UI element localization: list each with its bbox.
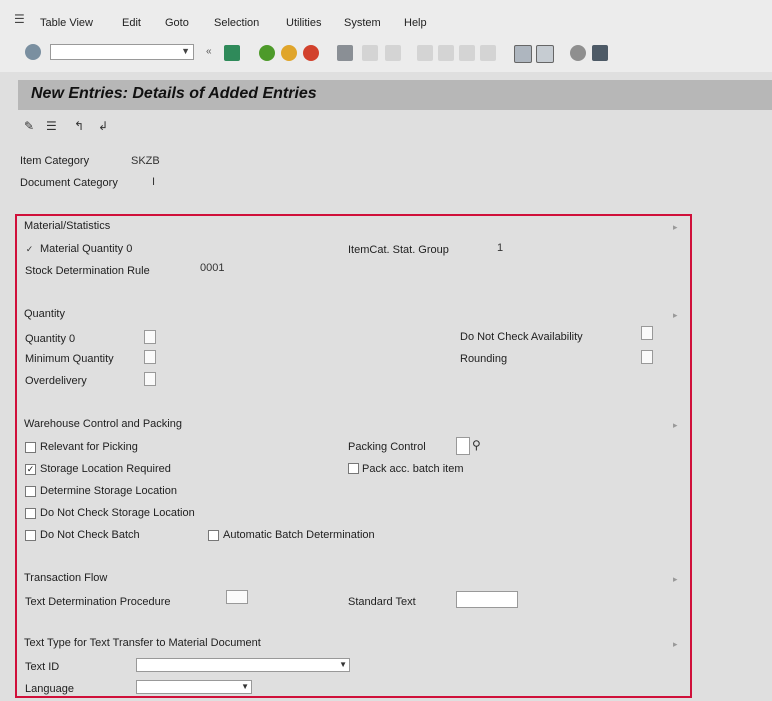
pack-acc-batch-label: Pack acc. batch item <box>362 463 464 475</box>
new-session-icon[interactable] <box>514 45 532 63</box>
do-not-check-availability-field[interactable] <box>641 326 653 340</box>
next-entry-icon[interactable]: ↲ <box>98 119 112 133</box>
menu-goto[interactable]: Goto <box>165 17 189 29</box>
text-det-procedure-label: Text Determination Procedure <box>25 596 171 608</box>
overdelivery-field[interactable] <box>144 372 156 386</box>
enter-icon[interactable] <box>25 44 41 60</box>
stock-det-rule-label: Stock Determination Rule <box>25 265 150 277</box>
warehouse-section-title: Warehouse Control and Packing <box>24 418 182 430</box>
display-change-icon[interactable]: ✎ <box>24 119 38 133</box>
print-icon[interactable] <box>337 45 353 61</box>
transaction-flow-title: Transaction Flow <box>24 572 108 584</box>
no-check-batch-checkbox[interactable] <box>25 530 36 541</box>
chevron-down-icon[interactable]: ▼ <box>241 681 249 693</box>
rounding-label: Rounding <box>460 353 508 365</box>
text-type-section-title: Text Type for Text Transfer to Material … <box>24 637 261 649</box>
do-not-check-availability-label: Do Not Check Availability <box>460 331 583 343</box>
previous-page-icon <box>438 45 454 61</box>
min-quantity-field[interactable] <box>144 350 156 364</box>
no-check-batch-label: Do Not Check Batch <box>40 529 140 541</box>
text-id-dropdown[interactable]: ▼ <box>136 658 350 672</box>
exit-icon[interactable] <box>281 45 297 61</box>
details-box <box>15 214 692 698</box>
back-icon[interactable] <box>259 45 275 61</box>
packing-control-field[interactable] <box>456 437 470 455</box>
menu-help[interactable]: Help <box>404 17 427 29</box>
next-page-icon <box>459 45 475 61</box>
save-icon[interactable] <box>224 45 240 61</box>
last-page-icon <box>480 45 496 61</box>
storage-loc-required-checkbox[interactable]: ✓ <box>25 464 36 475</box>
section-toggle-icon[interactable]: ▸ <box>673 420 678 431</box>
quantity-field[interactable] <box>144 330 156 344</box>
min-quantity-label: Minimum Quantity <box>25 353 114 365</box>
help-icon[interactable] <box>570 45 586 61</box>
item-cat-stat-group-label: ItemCat. Stat. Group <box>348 244 449 256</box>
find-icon <box>362 45 378 61</box>
chevron-down-icon[interactable]: ▼ <box>181 46 190 56</box>
stock-det-rule-value[interactable]: 0001 <box>200 262 224 274</box>
section-toggle-icon[interactable]: ▸ <box>673 310 678 321</box>
determine-storage-label: Determine Storage Location <box>40 485 177 497</box>
pack-acc-batch-checkbox[interactable] <box>348 463 359 474</box>
no-check-storage-checkbox[interactable] <box>25 508 36 519</box>
text-det-procedure-field[interactable] <box>226 590 248 604</box>
menu-icon[interactable]: ☰ <box>14 12 25 26</box>
item-category-label: Item Category <box>20 155 90 167</box>
double-chevron-icon[interactable]: « <box>206 46 212 57</box>
list-icon[interactable]: ☰ <box>46 119 60 133</box>
document-category-value: I <box>152 176 156 188</box>
quantity-section-title: Quantity <box>24 308 65 320</box>
menu-system[interactable]: System <box>344 17 381 29</box>
section-toggle-icon[interactable]: ▸ <box>673 574 678 585</box>
first-page-icon <box>417 45 433 61</box>
document-category-label: Document Category <box>20 177 118 189</box>
menu-selection[interactable]: Selection <box>214 17 259 29</box>
search-help-icon[interactable]: ⚲ <box>472 438 481 452</box>
section-toggle-icon[interactable]: ▸ <box>673 639 678 650</box>
find-next-icon <box>385 45 401 61</box>
layout-menu-icon[interactable] <box>592 45 608 61</box>
quantity-label: Quantity 0 <box>25 333 76 345</box>
standard-text-field[interactable] <box>456 591 518 608</box>
determine-storage-checkbox[interactable] <box>25 486 36 497</box>
packing-control-label: Packing Control <box>348 441 426 453</box>
text-id-label: Text ID <box>25 661 60 673</box>
menu-utilities[interactable]: Utilities <box>286 17 321 29</box>
rounding-field[interactable] <box>641 350 653 364</box>
command-field[interactable]: ▼ <box>50 44 194 60</box>
material-quantity-checkbox[interactable]: ✓ <box>25 245 34 254</box>
item-category-value: SKZB <box>131 155 160 167</box>
menu-bar: ☰ Table View Edit Goto Selection Utiliti… <box>0 0 772 36</box>
item-cat-stat-group-value[interactable]: 1 <box>497 242 503 254</box>
language-label: Language <box>25 683 74 695</box>
previous-entry-icon[interactable]: ↰ <box>74 119 88 133</box>
title-bar: New Entries: Details of Added Entries <box>18 80 772 110</box>
material-quantity-label: Material Quantity 0 <box>40 243 133 255</box>
cancel-icon[interactable] <box>303 45 319 61</box>
no-check-storage-label: Do Not Check Storage Location <box>40 507 195 519</box>
menu-table-view[interactable]: Table View <box>40 17 93 29</box>
relevant-picking-label: Relevant for Picking <box>40 441 138 453</box>
standard-text-label: Standard Text <box>348 596 416 608</box>
section-toggle-icon[interactable]: ▸ <box>673 222 678 233</box>
menu-edit[interactable]: Edit <box>122 17 141 29</box>
relevant-picking-checkbox[interactable] <box>25 442 36 453</box>
page-title: New Entries: Details of Added Entries <box>31 85 317 102</box>
auto-batch-checkbox[interactable] <box>208 530 219 541</box>
storage-loc-required-label: Storage Location Required <box>40 463 171 475</box>
overdelivery-label: Overdelivery <box>25 375 87 387</box>
chevron-down-icon[interactable]: ▼ <box>339 659 347 671</box>
language-dropdown[interactable]: ▼ <box>136 680 252 694</box>
shortcut-icon[interactable] <box>536 45 554 63</box>
material-statistics-title: Material/Statistics <box>24 220 111 232</box>
auto-batch-label: Automatic Batch Determination <box>223 529 375 541</box>
